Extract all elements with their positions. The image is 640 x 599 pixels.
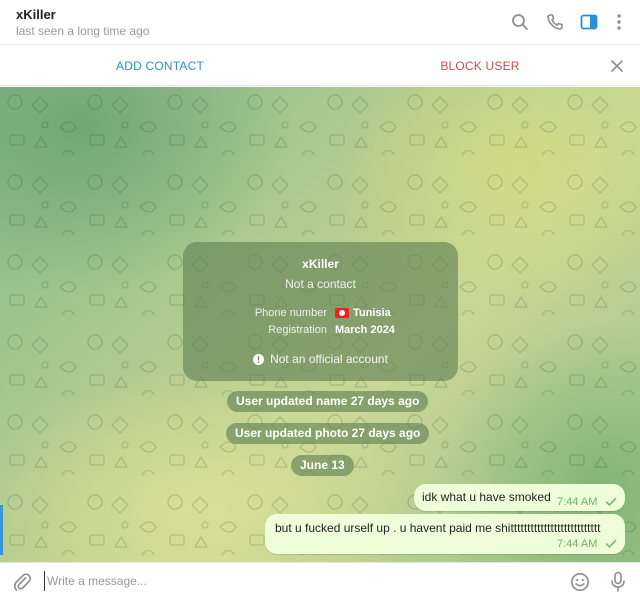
phone-number-label: Phone number: [254, 307, 327, 319]
message-time: 7:44 AM: [557, 538, 598, 550]
card-contact-status: Not a contact: [285, 277, 356, 291]
outgoing-message[interactable]: idk what u have smoked 7:44 AM: [414, 484, 625, 511]
official-account-text: Not an official account: [270, 352, 388, 366]
sidebar-toggle-icon[interactable]: [579, 12, 599, 32]
block-user-button[interactable]: BLOCK USER: [320, 46, 640, 86]
message-time: 7:44 AM: [557, 496, 598, 508]
add-contact-button[interactable]: ADD CONTACT: [0, 46, 320, 86]
attach-icon[interactable]: [12, 572, 32, 592]
registration-label: Registration: [268, 324, 327, 336]
microphone-icon[interactable]: [608, 571, 628, 593]
official-account-note: Not an official account: [183, 352, 458, 366]
emoji-icon[interactable]: [570, 572, 590, 592]
phone-icon[interactable]: [545, 12, 565, 32]
chat-header: xKiller last seen a long time ago: [0, 0, 640, 45]
message-input[interactable]: [44, 571, 544, 591]
contact-action-bar: ADD CONTACT BLOCK USER: [0, 46, 640, 86]
card-user-name: xKiller: [302, 257, 339, 271]
tunisia-flag-icon: [335, 308, 349, 318]
close-icon[interactable]: [608, 57, 626, 75]
user-info-card: xKiller Not a contact Phone number Tunis…: [183, 242, 458, 381]
read-check-icon: [605, 539, 617, 548]
registration-value: March 2024: [335, 324, 395, 336]
outgoing-message[interactable]: but u fucked urself up . u havent paid m…: [265, 514, 625, 554]
more-vertical-icon[interactable]: [609, 12, 629, 32]
exclamation-icon: [253, 353, 265, 365]
scroll-indicator: [0, 505, 3, 555]
phone-number-value: Tunisia: [335, 307, 391, 319]
date-separator: June 13: [291, 455, 354, 476]
chat-history[interactable]: xKiller Not a contact Phone number Tunis…: [0, 87, 640, 562]
read-check-icon: [605, 497, 617, 506]
service-message-photo-update: User updated photo 27 days ago: [226, 423, 430, 444]
message-text: idk what u have smoked: [422, 490, 551, 504]
contact-status: last seen a long time ago: [16, 24, 150, 38]
message-text: but u fucked urself up . u havent paid m…: [275, 521, 601, 535]
phone-country: Tunisia: [353, 307, 391, 319]
message-composer: [0, 562, 640, 599]
search-icon[interactable]: [510, 12, 530, 32]
contact-name[interactable]: xKiller: [16, 7, 56, 22]
service-message-name-update: User updated name 27 days ago: [227, 391, 429, 412]
